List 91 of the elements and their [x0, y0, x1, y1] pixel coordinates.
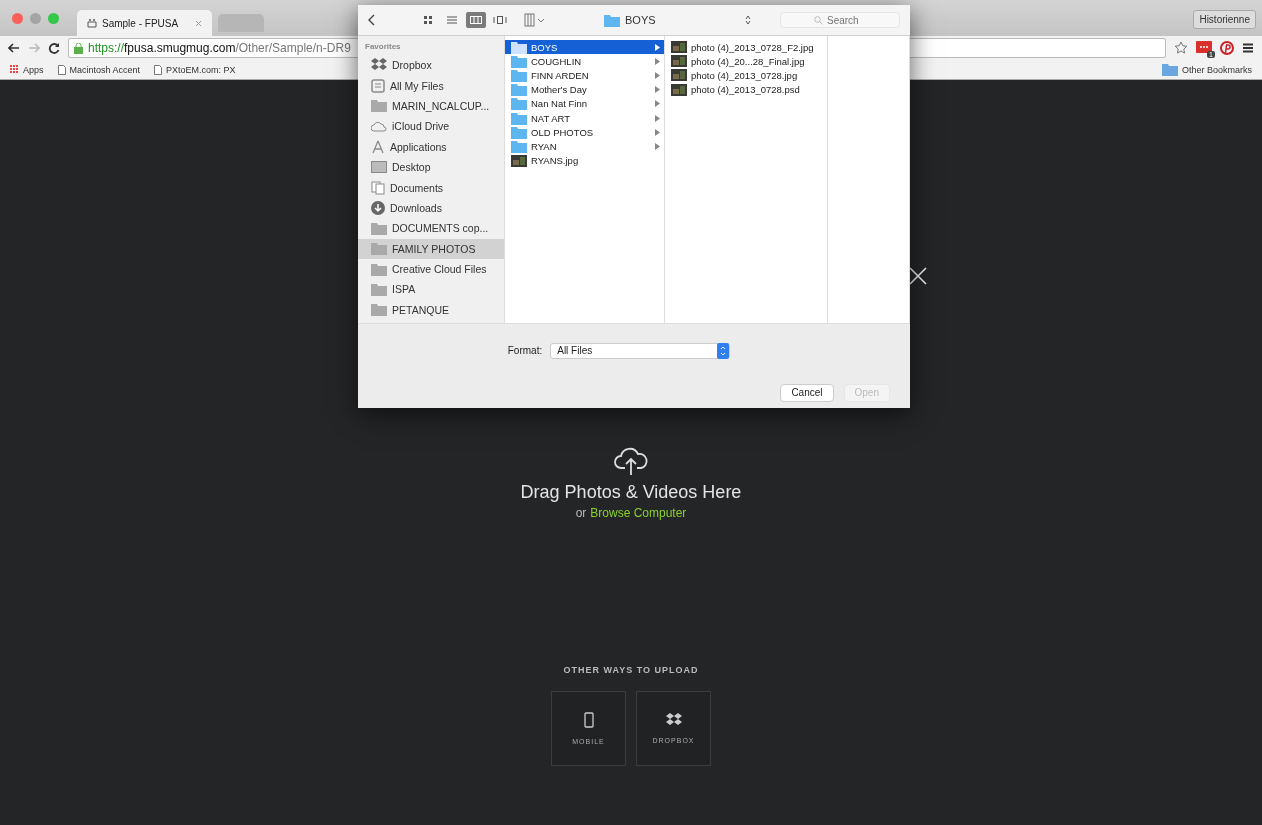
sidebar-item[interactable]: All My Files: [358, 75, 504, 96]
folder-icon: [1161, 63, 1178, 76]
file-item[interactable]: NAT ART: [505, 110, 664, 126]
bookmark-item[interactable]: Apps: [10, 64, 44, 75]
browse-link[interactable]: Browse Computer: [590, 506, 687, 520]
file-cabinet-icon: [371, 78, 385, 93]
sidebar-item[interactable]: Desktop: [358, 156, 504, 178]
folder-icon: [371, 262, 387, 276]
folder-icon: [511, 139, 527, 153]
sidebar-item[interactable]: PETANQUE: [358, 299, 504, 321]
format-select[interactable]: All Files: [550, 342, 731, 359]
file-item[interactable]: BOYS: [505, 40, 664, 55]
file-item[interactable]: photo (4)_2013_0728.psd: [665, 82, 827, 97]
column-view-icon: [469, 13, 483, 27]
back-icon[interactable]: [368, 14, 376, 26]
file-item[interactable]: RYAN: [505, 139, 664, 154]
file-item[interactable]: OLD PHOTOS: [505, 125, 664, 140]
or-text: or: [575, 506, 587, 520]
apps-grid-icon: [10, 65, 19, 74]
sidebar-item[interactable]: DOCUMENTS cop...: [358, 218, 504, 239]
cloud-icon: [371, 120, 387, 132]
folder-icon: [511, 40, 527, 54]
cloud-upload-icon: [613, 446, 649, 476]
page-icon: [57, 64, 66, 75]
sidebar-item[interactable]: Documents: [358, 177, 504, 198]
sidebar-item[interactable]: Downloads: [358, 197, 504, 219]
folder-icon: [511, 125, 527, 139]
page-icon: [154, 64, 163, 75]
search-icon: [814, 16, 823, 25]
bookmark-item[interactable]: Macintosh Accent: [57, 64, 141, 75]
phone-icon: [583, 712, 594, 728]
sidebar-item[interactable]: iCloud Drive: [358, 116, 504, 137]
section-heading: OTHER WAYS TO UPLOAD: [563, 665, 699, 675]
download-icon: [371, 200, 385, 215]
browser-tab[interactable]: Sample - FPUSA: [77, 10, 212, 36]
format-label: Format:: [507, 345, 543, 356]
folder-icon: [511, 83, 527, 97]
reload-icon[interactable]: [48, 42, 60, 54]
back-icon[interactable]: [8, 43, 20, 53]
desktop-icon: [371, 161, 387, 174]
column-view-button[interactable]: [466, 12, 486, 28]
list-view-icon: [445, 13, 459, 27]
pinterest-icon[interactable]: [1220, 41, 1234, 55]
file-item[interactable]: Nan Nat Finn: [505, 96, 664, 111]
file-item[interactable]: photo (4)_2013_0728_F2.jpg: [665, 40, 827, 55]
icon-view-icon: [421, 13, 435, 27]
file-item[interactable]: FINN ARDEN: [505, 68, 664, 83]
sidebar-heading: Favorites: [364, 42, 402, 53]
arrange-icon[interactable]: [524, 13, 546, 27]
folder-icon: [371, 242, 387, 256]
star-icon[interactable]: [1174, 41, 1188, 55]
folder-icon: [604, 13, 620, 27]
image-thumbnail-icon: [671, 41, 687, 54]
file-item[interactable]: photo (4)_2013_0728.jpg: [665, 68, 827, 83]
file-item[interactable]: Mother's Day: [505, 82, 664, 97]
sidebar-item[interactable]: ISPA: [358, 279, 504, 300]
close-tab-icon[interactable]: [195, 19, 202, 27]
sidebar-item[interactable]: Dropbox: [358, 55, 504, 76]
folder-icon: [511, 111, 527, 125]
sidebar-item[interactable]: Applications: [358, 136, 504, 157]
sidebar-item[interactable]: MARIN_NCALCUP...: [358, 95, 504, 117]
bookmark-item[interactable]: Other Bookmarks: [1161, 63, 1252, 76]
image-thumbnail-icon: [511, 154, 527, 167]
folder-icon: [371, 303, 387, 317]
lock-icon: [74, 42, 83, 54]
sidebar-item[interactable]: Creative Cloud Files: [358, 258, 504, 280]
folder-icon: [371, 283, 387, 296]
path-popup[interactable]: BOYS: [600, 11, 755, 29]
image-thumbnail-icon: [671, 55, 687, 68]
search-field[interactable]: Search: [780, 12, 900, 28]
stepper-icon: [717, 342, 730, 359]
file-item[interactable]: RYANS.jpg: [505, 153, 664, 168]
image-thumbnail-icon: [671, 83, 687, 96]
folder-icon: [371, 221, 387, 235]
documents-icon: [371, 180, 385, 195]
image-thumbnail-icon: [671, 69, 687, 82]
cover-flow-icon: [493, 13, 507, 27]
upload-heading: Drag Photos & Videos Here: [520, 482, 742, 503]
menu-icon[interactable]: [1242, 43, 1254, 53]
updown-icon: [745, 15, 751, 25]
folder-icon: [511, 68, 527, 82]
folder-icon: [511, 97, 527, 111]
dropbox-icon: [665, 713, 682, 727]
dropbox-icon: [371, 58, 387, 73]
sidebar-item[interactable]: FAMILY PHOTOS: [358, 238, 504, 259]
dialog-button[interactable]: Cancel: [780, 383, 834, 402]
bookmark-item[interactable]: PXtoEM.com: PX: [154, 64, 236, 75]
close-icon[interactable]: [908, 266, 928, 286]
folder-icon: [371, 99, 387, 113]
profile-button[interactable]: Historienne: [1193, 10, 1256, 29]
message-icon: [1196, 41, 1212, 55]
